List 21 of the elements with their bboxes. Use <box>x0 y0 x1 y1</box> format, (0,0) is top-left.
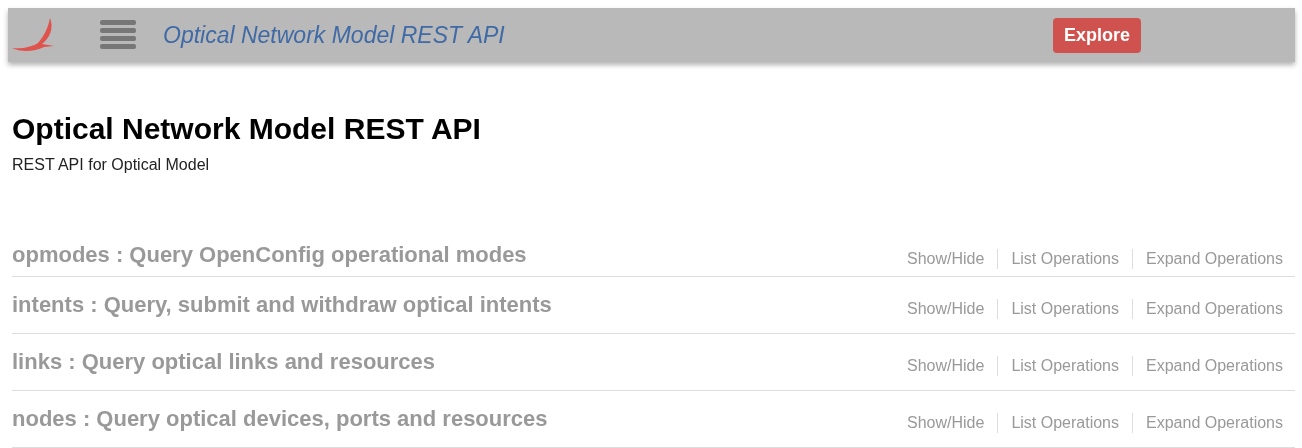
action-link[interactable]: List Operations <box>1011 300 1119 318</box>
action-link[interactable]: List Operations <box>1011 357 1119 375</box>
action-link[interactable]: Show/Hide <box>907 357 985 375</box>
resource-link[interactable]: links : Query optical links and resources <box>12 349 436 375</box>
resource-link[interactable]: intents : Query, submit and withdraw optical intents <box>12 292 552 318</box>
action-link[interactable]: Expand Operations <box>1146 300 1283 318</box>
action-link[interactable]: Expand Operations <box>1146 250 1283 268</box>
api-title: Optical Network Model REST API <box>12 112 482 146</box>
action-link[interactable]: Show/Hide <box>907 300 985 318</box>
action-link[interactable]: Expand Operations <box>1146 357 1283 375</box>
action-link[interactable]: Expand Operations <box>1146 414 1283 432</box>
resource-link[interactable]: nodes : Query optical devices, ports and resources <box>12 406 548 432</box>
api-description: REST API for Optical Model <box>12 156 211 174</box>
action-link[interactable]: Show/Hide <box>907 250 985 268</box>
action-link[interactable]: List Operations <box>1011 414 1119 432</box>
explore-button[interactable]: Explore <box>1052 17 1141 53</box>
action-link[interactable]: List Operations <box>1011 250 1119 268</box>
header-title-link[interactable]: Optical Network Model REST API <box>163 21 505 49</box>
menu-icon[interactable] <box>100 19 136 51</box>
resource-link[interactable]: opmodes : Query OpenConfig operational modes <box>12 242 527 268</box>
action-link[interactable]: Show/Hide <box>907 414 985 432</box>
